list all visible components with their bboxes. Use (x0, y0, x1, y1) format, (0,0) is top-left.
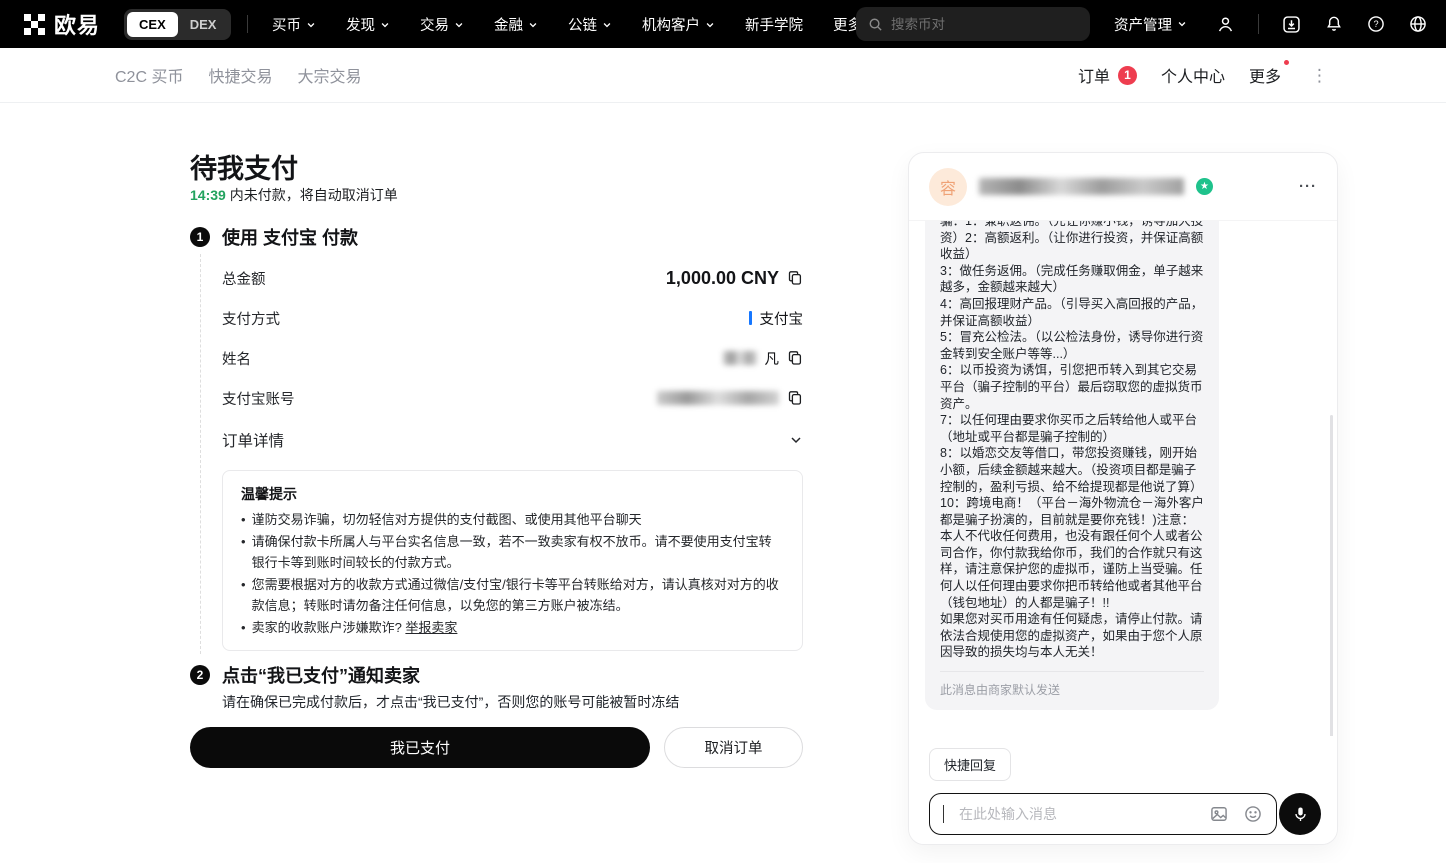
asset-management-menu[interactable]: 资产管理 (1114, 14, 1187, 35)
subnav-more-link[interactable]: 更多 (1249, 63, 1281, 87)
message-input[interactable] (959, 806, 1195, 822)
payee-name-row: 姓名 凡 (222, 338, 803, 378)
top-navbar: 欧易 CEX DEX 买币 发现 交易 金融 公链 机构客户 新手学院 更多 资… (0, 0, 1446, 48)
chat-message-list[interactable]: 骗：1：兼职返佣。（先让你赚小钱，诱导加大投资）2：高额返利。（让你进行投资，并… (909, 221, 1337, 746)
step-1-header: 1 使用 支付宝 付款 (190, 224, 358, 250)
amount-value: 1,000.00 CNY (666, 268, 779, 289)
step-2-header: 2 点击“我已支付”通知卖家 (190, 662, 420, 688)
chevron-down-icon (380, 20, 390, 30)
orders-count-badge: 1 (1118, 66, 1137, 85)
topnav-menu: 买币 发现 交易 金融 公链 机构客户 新手学院 更多 (272, 0, 877, 48)
alipay-account-row: 支付宝账号 (222, 378, 803, 418)
chat-header: 容 ★ ··· (909, 153, 1337, 221)
payment-method-row: 支付方式 支付宝 (222, 298, 803, 338)
download-app-icon[interactable] (1281, 14, 1302, 35)
voice-message-button[interactable] (1279, 793, 1321, 835)
search-input[interactable] (891, 17, 1078, 32)
cancel-order-button[interactable]: 取消订单 (664, 727, 803, 768)
nav-item-institutional[interactable]: 机构客户 (642, 14, 715, 35)
default-message-note: 此消息由商家默认发送 (940, 671, 1204, 698)
chat-footer: 快捷回复 (909, 736, 1337, 844)
emoji-icon[interactable] (1243, 804, 1263, 824)
merchant-chat-panel: 容 ★ ··· 骗：1：兼职返佣。（先让你赚小钱，诱导加大投资）2：高额返利。（… (908, 152, 1338, 845)
warm-tips-box: 温馨提示 •谨防交易诈骗，切勿轻信对方提供的支付截图、或使用其他平台聊天 •请确… (222, 470, 803, 651)
countdown-timer: 14:39 (190, 187, 226, 203)
text-caret (943, 805, 944, 823)
toggle-dex[interactable]: DEX (178, 12, 229, 37)
step-1-number: 1 (190, 227, 210, 247)
nav-item-chain[interactable]: 公链 (568, 14, 612, 35)
okx-logo-text: 欧易 (54, 8, 100, 40)
chat-more-icon[interactable]: ··· (1299, 178, 1317, 195)
toggle-cex[interactable]: CEX (127, 12, 178, 37)
orders-link[interactable]: 订单 1 (1078, 63, 1137, 87)
tip-item: •卖家的收款账户涉嫌欺诈? 举报卖家 (241, 617, 784, 639)
nav-item-trade[interactable]: 交易 (420, 14, 464, 35)
tip-item: •请确保付款卡所属人与平台实名信息一致，若不一致卖家有权不放币。请不要使用支付宝… (241, 531, 784, 574)
nav-item-discover[interactable]: 发现 (346, 14, 390, 35)
countdown-text: 14:39 内未付款，将自动取消订单 (190, 185, 398, 205)
okx-logo[interactable]: 欧易 (24, 8, 100, 40)
profile-center-link[interactable]: 个人中心 (1161, 63, 1225, 87)
message-input-box[interactable] (929, 793, 1277, 835)
tab-c2c-buy[interactable]: C2C 买币 (115, 63, 183, 87)
tips-title: 温馨提示 (241, 484, 784, 504)
chevron-down-icon (602, 20, 612, 30)
step-2-description: 请在确保已完成付款后，才点击“我已支付”，否则您的账号可能被暂时冻结 (222, 692, 679, 712)
language-globe-icon[interactable] (1408, 14, 1428, 34)
tip-item: •您需要根据对方的收款方式通过微信/支付宝/银行卡等平台转账给对方，请认真核对对… (241, 574, 784, 617)
chevron-down-icon (306, 20, 316, 30)
nav-item-finance[interactable]: 金融 (494, 14, 538, 35)
help-icon[interactable]: ? (1366, 14, 1386, 34)
redacted-merchant-name (979, 178, 1184, 195)
merchant-message-text: 骗：1：兼职返佣。（先让你赚小钱，诱导加大投资）2：高额返利。（让你进行投资，并… (940, 221, 1204, 661)
microphone-icon (1291, 805, 1310, 824)
chevron-down-icon (1177, 19, 1187, 29)
report-seller-link[interactable]: 举报卖家 (405, 620, 457, 635)
chevron-down-icon (528, 20, 538, 30)
alipay-icon (749, 311, 752, 325)
step-connector-line (200, 254, 201, 654)
order-details-toggle[interactable]: 订单详情 (222, 426, 803, 454)
copy-account-icon[interactable] (787, 390, 803, 406)
topnav-icon-divider (1258, 14, 1259, 34)
notification-dot (1284, 60, 1289, 65)
okx-logo-icon (24, 14, 45, 35)
sub-navbar: C2C 买币 快捷交易 大宗交易 订单 1 个人中心 更多 ⋮ (0, 48, 1446, 103)
tip-item: •谨防交易诈骗，切勿轻信对方提供的支付截图、或使用其他平台聊天 (241, 509, 784, 531)
tab-express-trade[interactable]: 快捷交易 (208, 63, 272, 87)
copy-amount-icon[interactable] (787, 270, 803, 286)
nav-item-buy-crypto[interactable]: 买币 (272, 14, 316, 35)
merchant-message-bubble: 骗：1：兼职返佣。（先让你赚小钱，诱导加大投资）2：高额返利。（让你进行投资，并… (925, 221, 1219, 710)
quick-reply-button[interactable]: 快捷回复 (929, 748, 1011, 781)
amount-row: 总金额 1,000.00 CNY (222, 258, 803, 298)
name-visible-char: 凡 (765, 348, 780, 369)
chevron-down-icon (789, 433, 803, 447)
attach-image-icon[interactable] (1209, 804, 1229, 824)
topnav-divider (247, 15, 248, 33)
redacted-account (657, 391, 779, 405)
payment-method-value: 支付宝 (760, 308, 804, 329)
more-menu-icon[interactable]: ⋮ (1311, 67, 1328, 84)
chevron-down-icon (454, 20, 464, 30)
pair-search[interactable] (856, 7, 1090, 41)
i-have-paid-button[interactable]: 我已支付 (190, 727, 650, 768)
page-title: 待我支付 (190, 147, 298, 186)
merchant-avatar: 容 (929, 168, 967, 206)
payment-details: 总金额 1,000.00 CNY 支付方式 支付宝 姓名 凡 支付宝账号 (222, 258, 803, 418)
svg-text:?: ? (1373, 19, 1378, 29)
nav-item-academy[interactable]: 新手学院 (745, 14, 803, 35)
chat-scrollbar[interactable] (1330, 415, 1333, 748)
notifications-bell-icon[interactable] (1324, 14, 1344, 34)
chevron-down-icon (705, 20, 715, 30)
cex-dex-toggle: CEX DEX (124, 9, 231, 40)
verified-badge-icon: ★ (1196, 178, 1213, 195)
search-icon (868, 17, 883, 32)
step-2-number: 2 (190, 665, 210, 685)
user-profile-icon[interactable] (1215, 14, 1236, 35)
tab-block-trade[interactable]: 大宗交易 (297, 63, 361, 87)
copy-name-icon[interactable] (787, 350, 803, 366)
redacted-name (723, 351, 757, 365)
